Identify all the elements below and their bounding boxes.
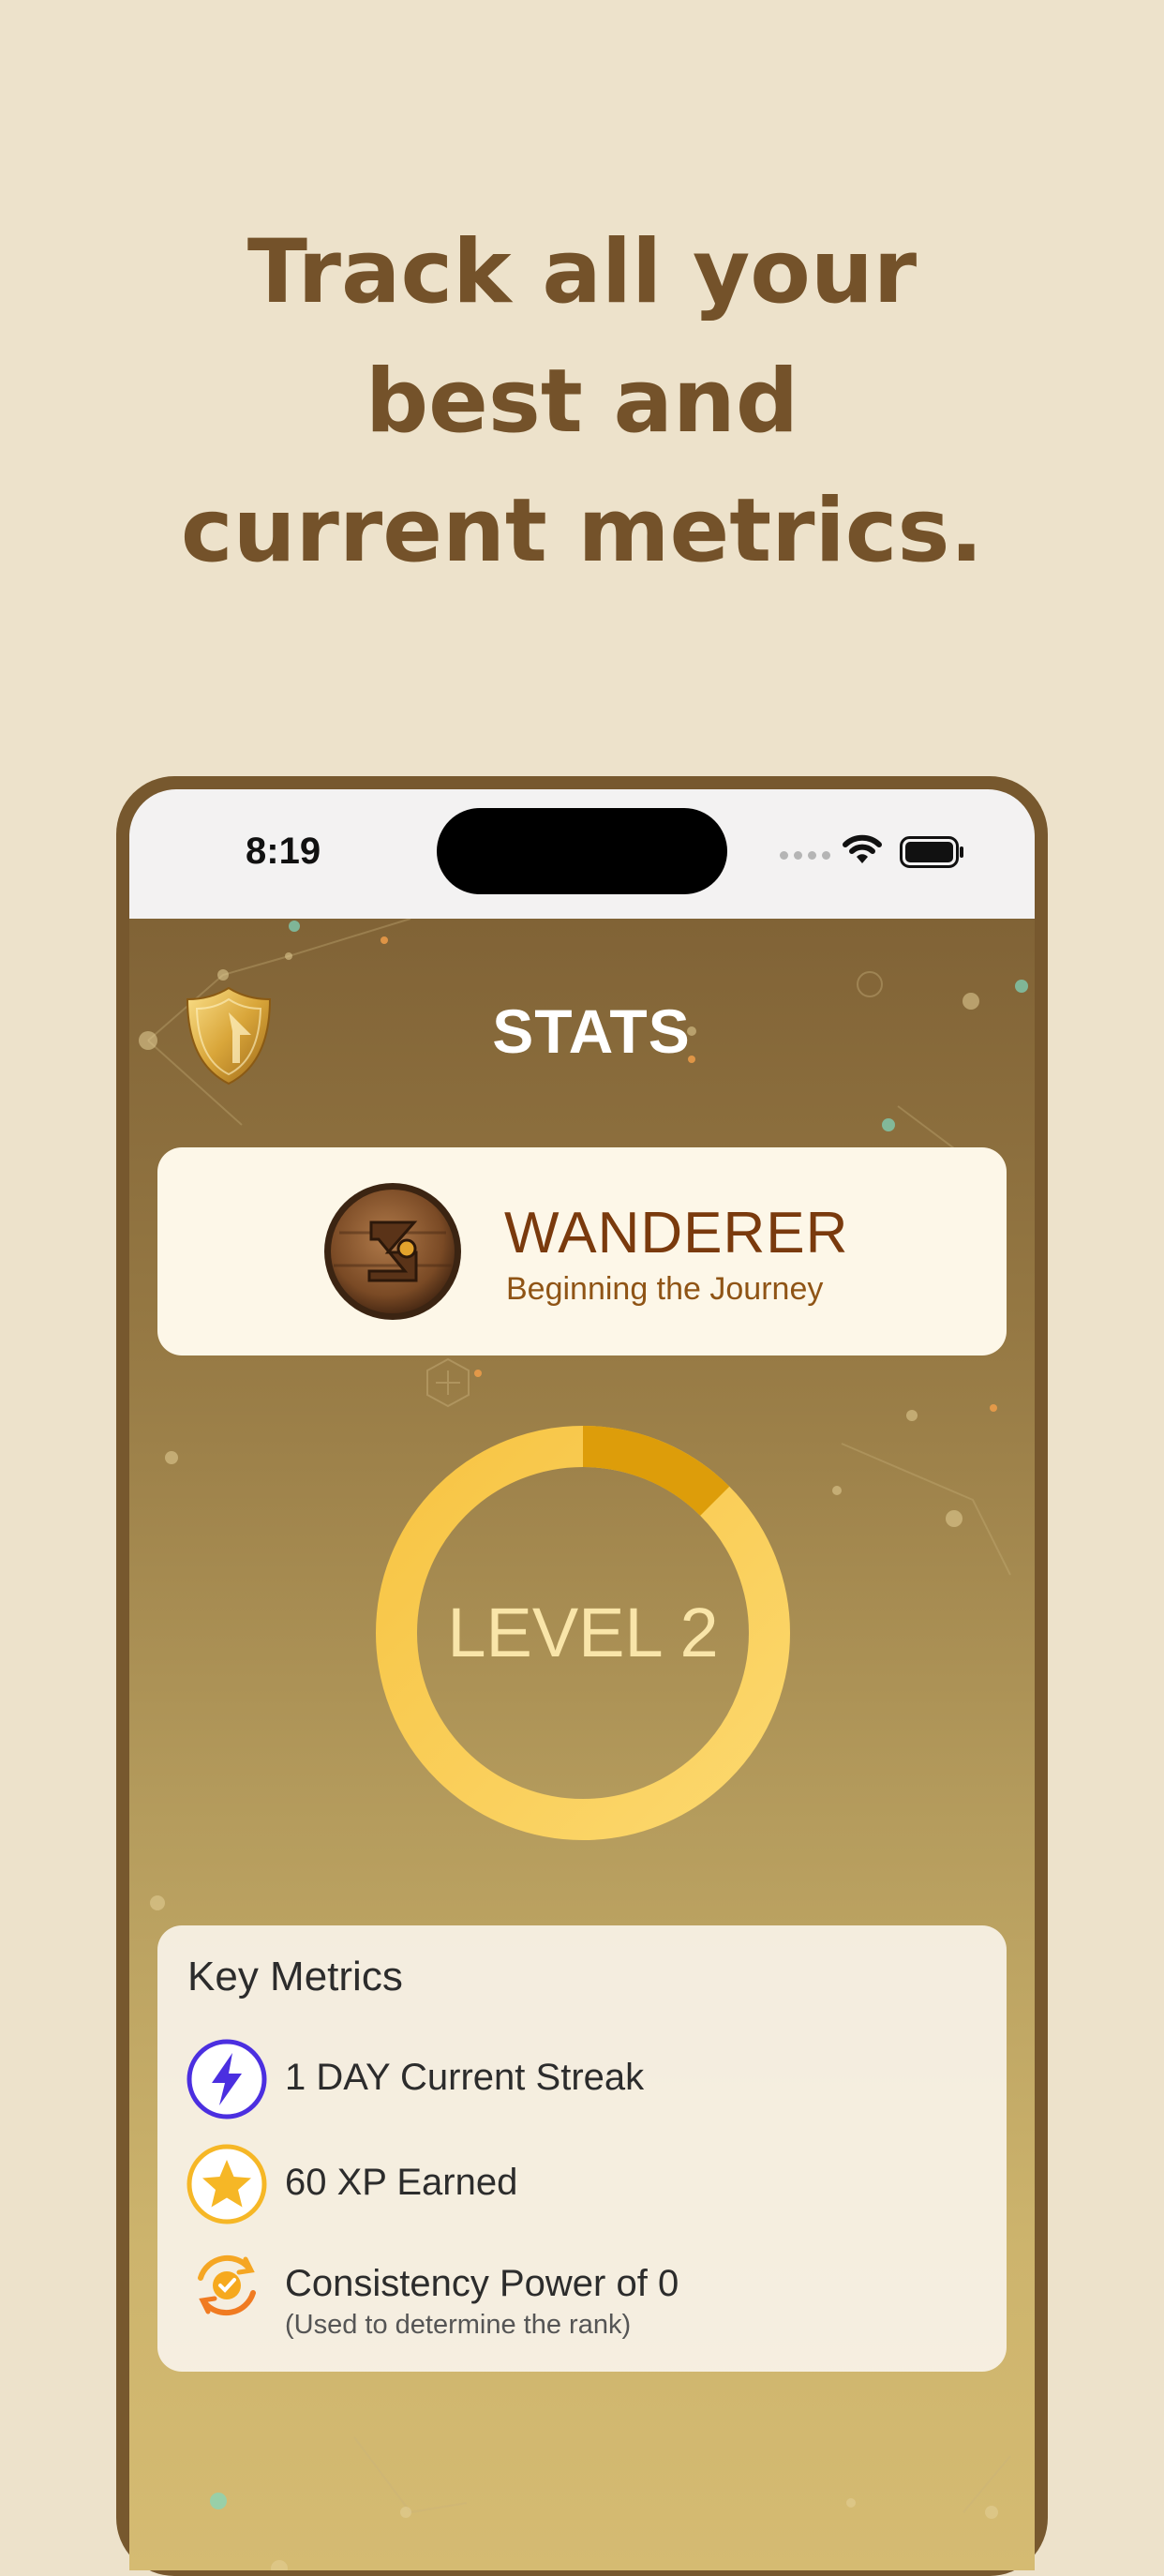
headline-line-2: best and <box>365 351 799 453</box>
phone-screen: 8:19 STATS WANDERER Beginning the Journe… <box>129 789 1035 2570</box>
headline-line-1: Track all your <box>246 221 918 323</box>
metric-consistency-note: (Used to determine the rank) <box>285 2310 632 2340</box>
metric-xp-text: 60 XP Earned <box>285 2162 518 2203</box>
page-title: STATS <box>492 996 691 1066</box>
wanderer-badge-icon <box>324 1183 461 1320</box>
stats-screen: STATS WANDERER Beginning the Journey LEV… <box>129 919 1035 2570</box>
status-bar: 8:19 <box>129 789 1035 919</box>
consistency-icon <box>198 2254 256 2316</box>
star-icon <box>187 2144 267 2224</box>
battery-icon <box>900 836 963 868</box>
dynamic-island <box>437 808 727 894</box>
level-label: LEVEL 2 <box>447 1594 719 1671</box>
metric-xp-earned[interactable]: 60 XP Earned <box>186 2143 973 2227</box>
cellular-signal-icon <box>780 851 830 860</box>
status-time: 8:19 <box>246 831 321 872</box>
metric-streak-text: 1 DAY Current Streak <box>285 2057 645 2098</box>
key-metrics-card: Key Metrics 1 DAY Current Streak 60 XP E… <box>157 1925 1007 2372</box>
metric-consistency-text: Consistency Power of 0 <box>285 2263 679 2304</box>
rank-card[interactable]: WANDERER Beginning the Journey <box>157 1147 1007 1355</box>
headline-line-3: current metrics. <box>180 480 984 582</box>
metric-consistency-power[interactable]: Consistency Power of 0 (Used to determin… <box>186 2244 973 2340</box>
lightning-icon <box>187 2039 267 2119</box>
rank-subtitle: Beginning the Journey <box>506 1271 824 1307</box>
wifi-icon <box>843 834 882 863</box>
metric-current-streak[interactable]: 1 DAY Current Streak <box>186 2038 973 2122</box>
marketing-headline: Track all your best and current metrics. <box>0 208 1164 596</box>
phone-frame: 8:19 STATS WANDERER Beginning the Journe… <box>116 776 1048 2576</box>
rank-name: WANDERER <box>504 1201 849 1266</box>
key-metrics-title: Key Metrics <box>187 1954 403 1999</box>
